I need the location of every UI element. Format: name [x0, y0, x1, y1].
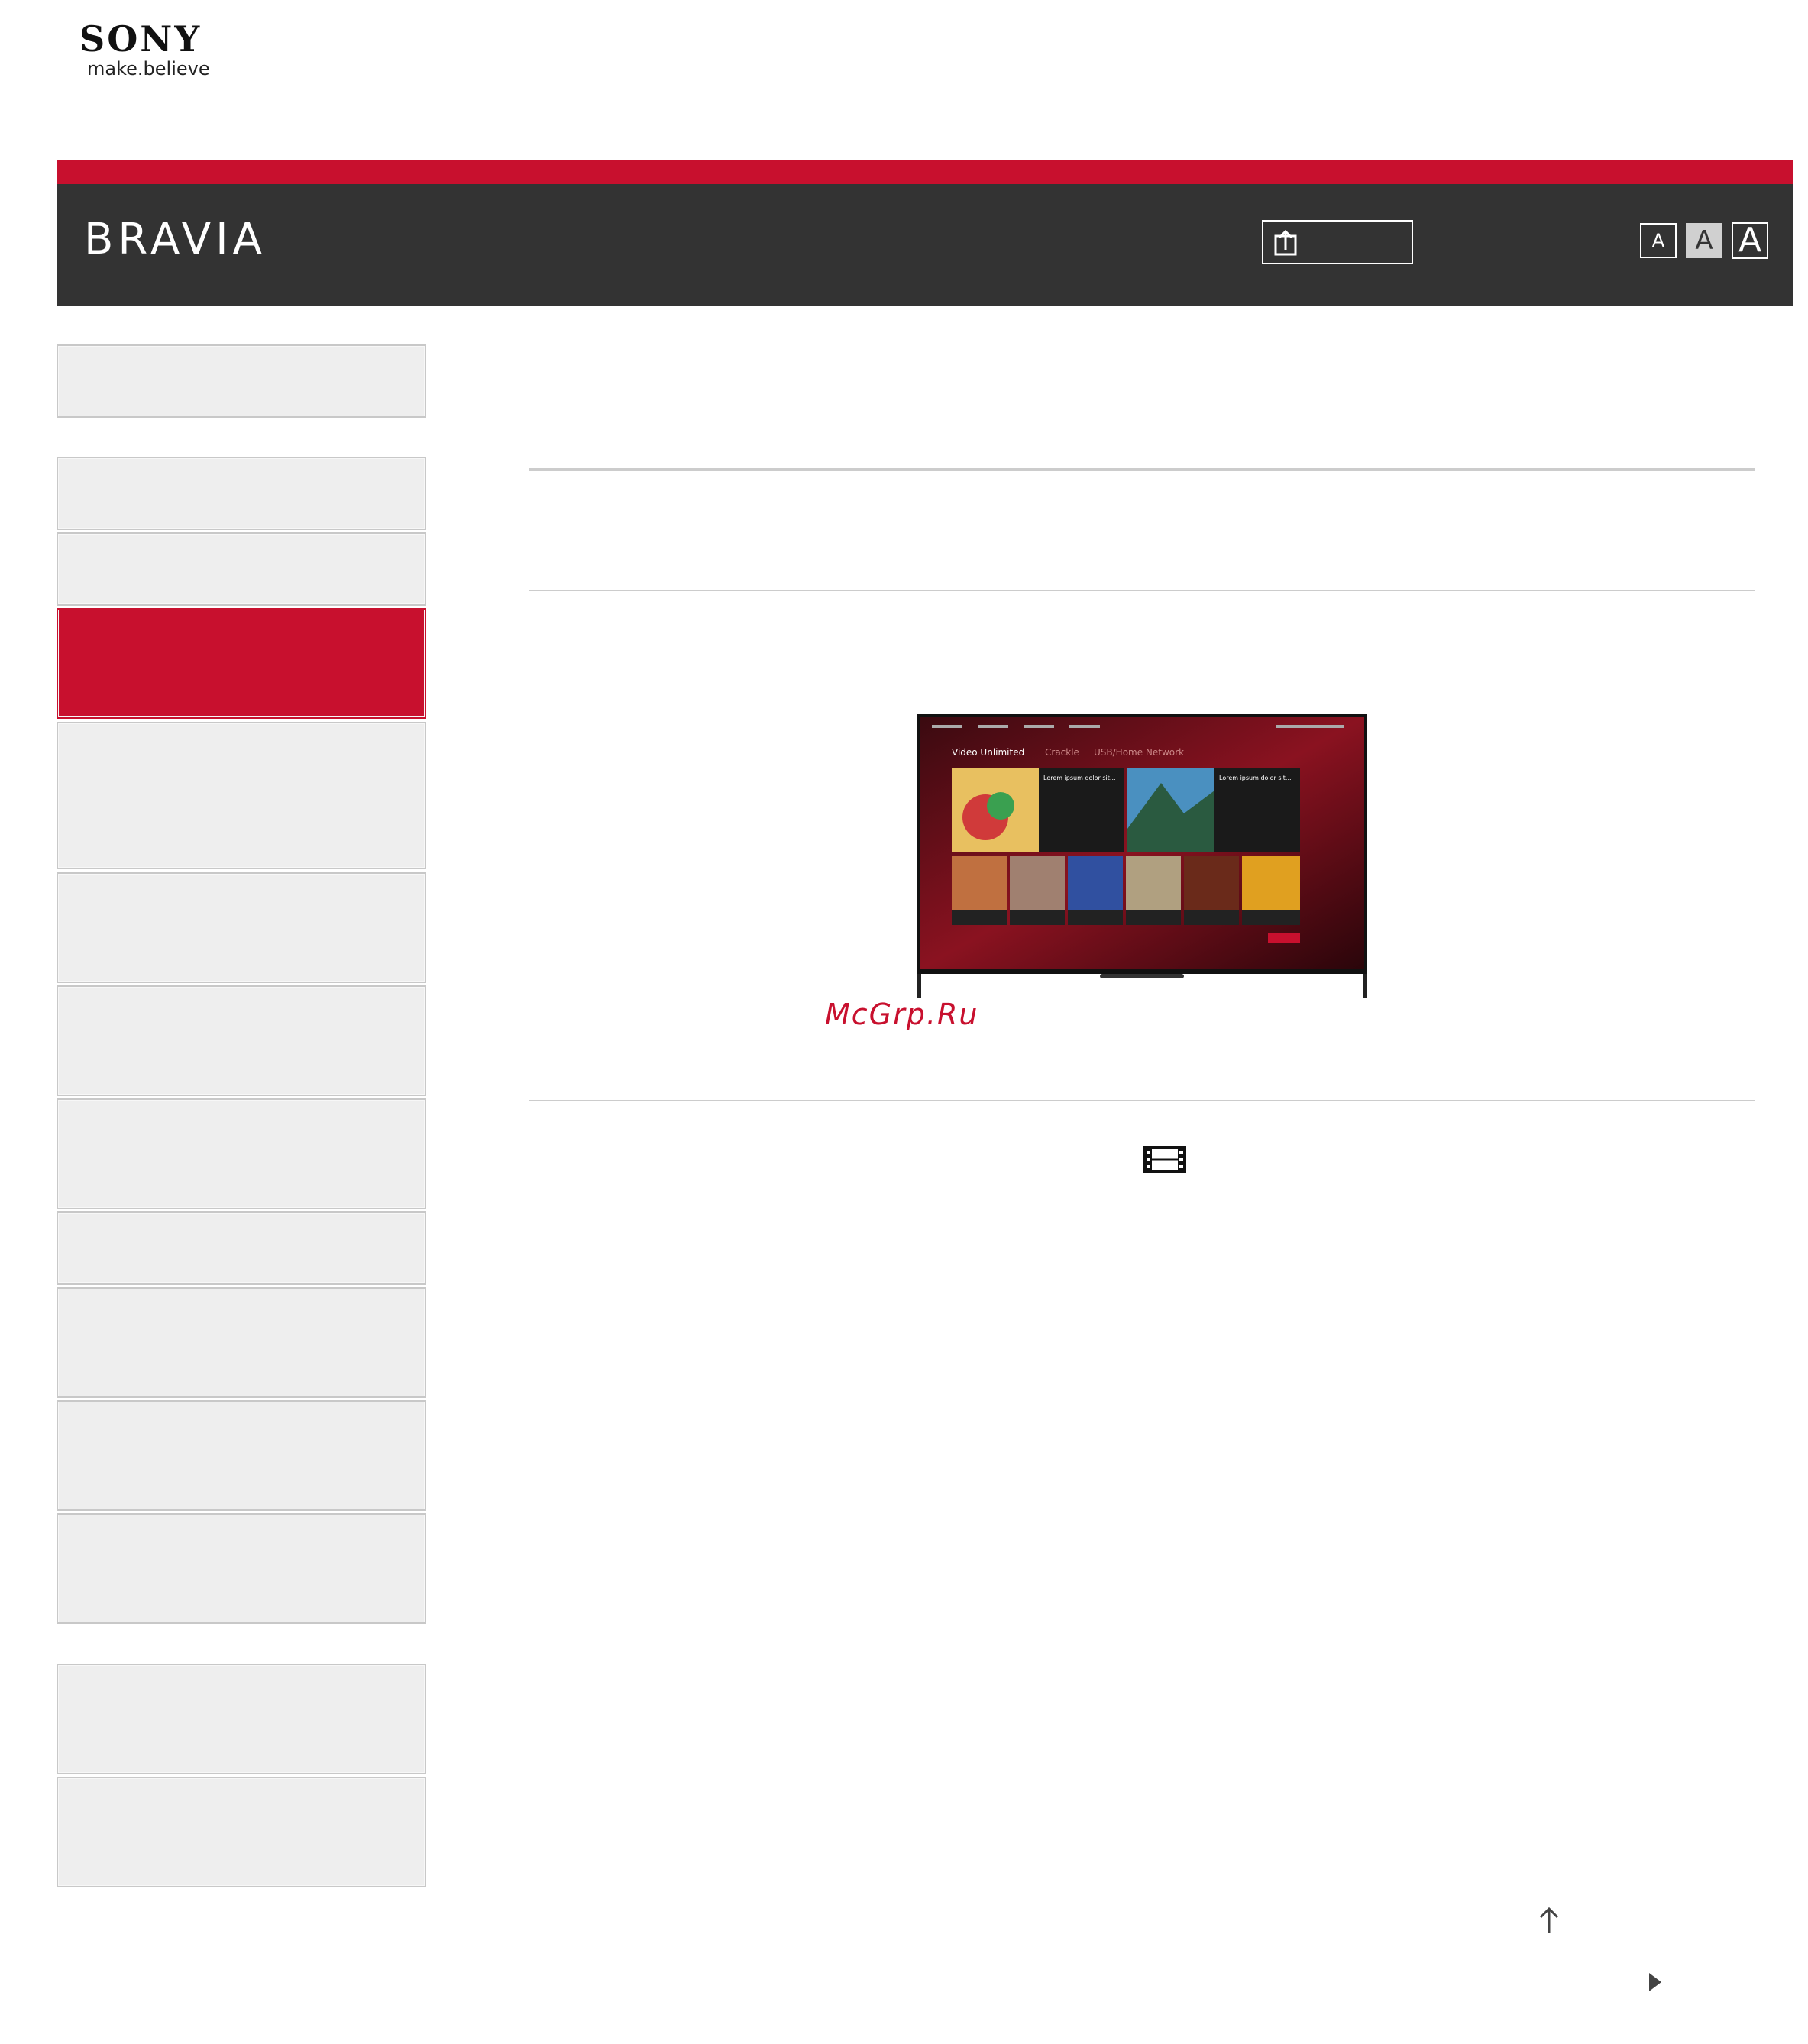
- logo-brand: SONY: [79, 18, 202, 60]
- tv-tab-crackle: Crackle: [1045, 747, 1079, 758]
- tv-tab-usb-home-network: USB/Home Network: [1094, 747, 1184, 758]
- section-divider: [529, 590, 1755, 591]
- sidebar-item-9[interactable]: [57, 1287, 426, 1398]
- tv-tab-video-unlimited: Video Unlimited: [952, 747, 1024, 758]
- sidebar-item-12[interactable]: [57, 1664, 426, 1774]
- sidebar-item-11[interactable]: [57, 1513, 426, 1624]
- triangle-right-icon[interactable]: [1646, 1971, 1664, 1994]
- logo-tagline: make.believe: [87, 58, 210, 79]
- font-size-medium-button[interactable]: A: [1686, 223, 1722, 258]
- watermark: McGrp.Ru: [825, 998, 979, 1031]
- page-header: BRAVIA A A A: [57, 184, 1793, 306]
- sidebar-item-2[interactable]: [57, 532, 426, 606]
- section-divider: [529, 1100, 1755, 1101]
- sony-logo: SONY make.believe: [79, 21, 210, 78]
- sidebar-item-3-active[interactable]: [57, 608, 426, 719]
- font-size-large-button[interactable]: A: [1732, 222, 1768, 259]
- film-strip-icon: [1143, 1146, 1186, 1173]
- arrow-up-icon[interactable]: [1538, 1906, 1561, 1935]
- section-divider: [529, 468, 1755, 471]
- font-size-selector: A A A: [1640, 222, 1768, 259]
- tv-tile-title: Lorem ipsum dolor sit...: [1043, 775, 1116, 781]
- sidebar-item-4[interactable]: [57, 722, 426, 869]
- sidebar-item-6[interactable]: [57, 985, 426, 1096]
- sidebar-item-13[interactable]: [57, 1777, 426, 1887]
- font-size-small-button[interactable]: A: [1640, 223, 1677, 258]
- share-button[interactable]: [1262, 220, 1413, 264]
- sidebar-item-5[interactable]: [57, 872, 426, 983]
- accent-bar: [57, 160, 1793, 184]
- tv-tile-title: Lorem ipsum dolor sit...: [1219, 775, 1292, 781]
- sidebar-item-1[interactable]: [57, 457, 426, 530]
- sidebar-item-top-page[interactable]: [57, 344, 426, 418]
- sidebar-item-10[interactable]: [57, 1400, 426, 1511]
- share-upload-icon: [1274, 229, 1297, 256]
- tv-home-menu-illustration: Video Unlimited Crackle USB/Home Network…: [917, 714, 1367, 998]
- product-title: BRAVIA: [84, 215, 267, 264]
- sidebar-item-7[interactable]: [57, 1098, 426, 1209]
- sidebar-item-8[interactable]: [57, 1211, 426, 1285]
